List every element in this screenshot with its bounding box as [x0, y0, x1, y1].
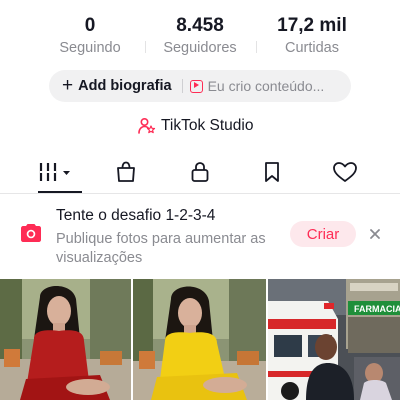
stat-label: Seguidores — [163, 40, 237, 56]
add-bio-button[interactable]: + Add biografia — [49, 70, 172, 102]
tab-liked[interactable] — [325, 152, 365, 192]
stat-likes[interactable]: 17,2 mil Curtidas — [262, 14, 362, 57]
studio-person-icon — [138, 117, 156, 134]
camera-icon — [21, 224, 41, 242]
stat-divider — [256, 41, 257, 53]
play-icon — [189, 79, 203, 93]
creator-category-label: Eu crio conteúdo... — [207, 78, 325, 94]
stat-label: Seguindo — [59, 40, 121, 56]
stat-value: 8.458 — [176, 15, 224, 36]
add-bio-label: Add biografia — [78, 78, 172, 94]
pharmacy-sign: FARMACIA — [354, 304, 400, 314]
banner-description: Publique fotos para aumentar as visualiz… — [56, 231, 266, 266]
tab-private[interactable] — [180, 152, 220, 192]
bag-icon — [117, 161, 135, 182]
stat-value: 0 — [84, 15, 96, 36]
profile-stats: 0 Seguindo 8.458 Seguidores 17,2 mil Cur… — [0, 14, 400, 60]
photo-thumbnail — [133, 279, 266, 400]
stat-label: Curtidas — [285, 40, 339, 56]
photo-thumbnail — [0, 279, 131, 400]
tab-shop[interactable] — [106, 152, 146, 192]
stat-value: 17,2 mil — [277, 15, 347, 36]
grid-item[interactable] — [0, 279, 131, 400]
bio-pill: + Add biografia Eu crio conteúdo... — [49, 70, 351, 102]
top-cutoff: ​ — [0, 0, 400, 14]
stat-followers[interactable]: 8.458 Seguidores — [150, 14, 250, 57]
tiktok-studio-link[interactable]: TikTok Studio — [138, 114, 253, 138]
grid-item[interactable]: FARMACIA — [268, 279, 400, 400]
create-button[interactable]: Criar — [290, 221, 356, 247]
photo-thumbnail: FARMACIA — [268, 279, 400, 400]
plus-icon: + — [62, 75, 74, 96]
bookmark-icon — [265, 162, 279, 182]
creator-category-button[interactable]: Eu crio conteúdo... — [189, 78, 325, 94]
profile-tabs — [0, 152, 400, 194]
grid-icon — [39, 163, 70, 181]
stat-following[interactable]: 0 Seguindo — [40, 14, 140, 57]
post-grid: FARMACIA — [0, 279, 400, 400]
challenge-banner: Tente o desafio 1-2-3-4 Publique fotos p… — [0, 195, 400, 277]
grid-item[interactable] — [133, 279, 266, 400]
pill-divider — [181, 79, 183, 93]
heart-icon — [333, 162, 357, 182]
chevron-down-icon — [63, 171, 70, 175]
tab-favorites[interactable] — [252, 152, 292, 192]
tab-videos[interactable] — [36, 152, 82, 193]
lock-icon — [191, 162, 209, 182]
banner-title: Tente o desafio 1-2-3-4 — [56, 207, 216, 224]
close-icon[interactable] — [366, 225, 384, 243]
stat-divider — [145, 41, 146, 53]
studio-label: TikTok Studio — [161, 117, 254, 134]
